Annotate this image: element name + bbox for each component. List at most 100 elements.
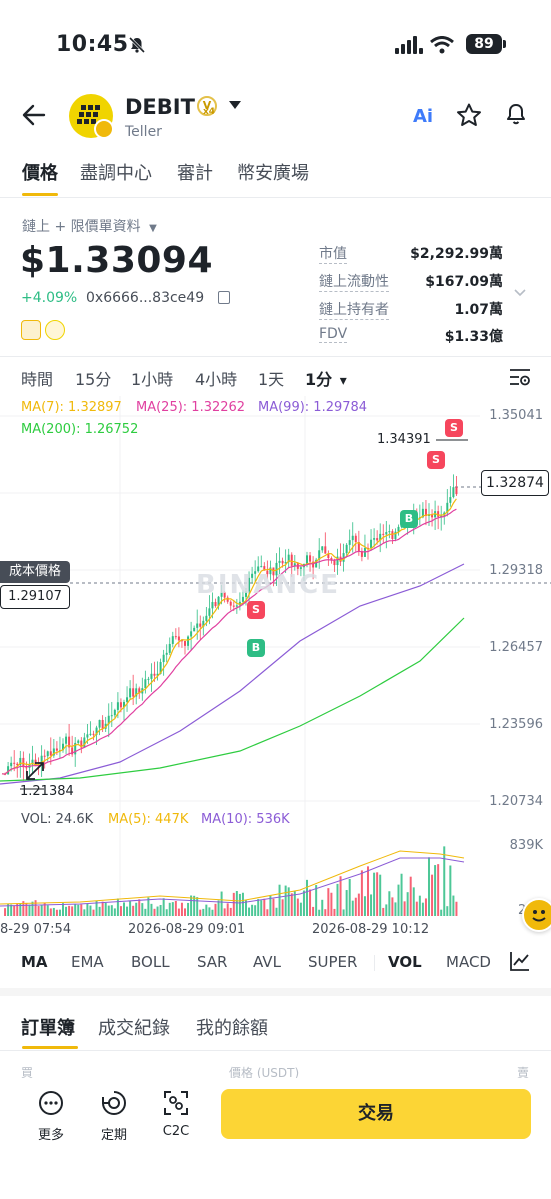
c2c-button[interactable]: C2C — [148, 1090, 204, 1139]
volume-bar — [65, 906, 68, 916]
sell-marker[interactable]: S — [445, 419, 463, 437]
volume-bar — [205, 904, 208, 916]
assistant-icon[interactable] — [522, 898, 551, 932]
candle-body — [174, 636, 177, 638]
price-axis-label: 1.20734 — [489, 794, 543, 809]
indicator-ema[interactable]: EMA — [71, 953, 104, 971]
more-button[interactable]: 更多 — [23, 1090, 79, 1143]
candle-body — [144, 679, 147, 689]
indicator-ma[interactable]: MA — [21, 953, 48, 971]
volume-bar — [208, 907, 211, 916]
ai-button[interactable]: Ai — [413, 106, 433, 127]
volume-bar — [135, 902, 138, 916]
interval-1d[interactable]: 1天 — [258, 366, 284, 390]
volume-bar — [278, 884, 281, 916]
bell-icon[interactable] — [504, 102, 528, 126]
contract-address[interactable]: 0x6666...83ce49 — [86, 290, 204, 306]
stat-value-liquidity: $167.09萬 — [425, 274, 503, 290]
volume-bar — [74, 903, 77, 916]
chart-tools-icon[interactable] — [509, 950, 531, 972]
status-time: 10:45 — [56, 32, 129, 57]
volume-bar — [360, 870, 363, 916]
interval-1h[interactable]: 1小時 — [131, 366, 173, 390]
expand-chart-icon[interactable] — [24, 760, 46, 782]
indicator-super[interactable]: SUPER — [308, 953, 357, 971]
ma99-legend: MA(99): 1.29784 — [258, 400, 368, 415]
candle-body — [382, 533, 385, 535]
tab-my-balance[interactable]: 我的餘額 — [196, 1014, 268, 1040]
candle-body — [281, 560, 284, 564]
candle-body — [232, 605, 235, 607]
token-dropdown-icon[interactable] — [228, 100, 242, 110]
token-title[interactable]: DEBIT — [125, 95, 195, 119]
indicator-sar[interactable]: SAR — [197, 953, 227, 971]
interval-15m[interactable]: 15分 — [75, 366, 111, 390]
volume-bar — [177, 908, 180, 916]
buy-marker[interactable]: B — [400, 510, 418, 528]
tab-audit[interactable]: 審計 — [177, 159, 213, 185]
copy-icon[interactable] — [218, 291, 230, 304]
expand-stats-icon[interactable] — [513, 288, 527, 298]
sell-marker[interactable]: S — [427, 451, 445, 469]
candlestick-chart[interactable] — [0, 396, 551, 941]
candle-body — [345, 544, 348, 554]
interval-1m[interactable]: 1分 ▾ — [305, 366, 347, 390]
indicator-boll[interactable]: BOLL — [131, 953, 170, 971]
indicator-macd[interactable]: MACD — [446, 953, 491, 971]
volume-bar — [123, 902, 125, 916]
price-axis-label: 1.23596 — [489, 717, 543, 732]
volume-bar — [71, 906, 74, 916]
candle-body — [208, 608, 211, 616]
volume-bar — [336, 883, 339, 916]
volume-bar — [251, 904, 254, 916]
volume-bar — [159, 904, 162, 916]
candle-body — [132, 688, 135, 697]
volume-bar — [388, 891, 391, 916]
tab-trade-history[interactable]: 成交紀錄 — [98, 1014, 170, 1040]
volume-bar — [138, 899, 141, 916]
ma25-line — [1, 508, 457, 775]
volume-bar — [455, 901, 458, 916]
tab-binance-square[interactable]: 幣安廣場 — [237, 159, 309, 185]
volume-bar — [4, 908, 7, 916]
back-arrow-icon[interactable] — [22, 104, 46, 126]
volume-bar — [370, 894, 373, 916]
active-ob-tab-indicator — [22, 1046, 78, 1049]
volume-bar — [424, 898, 427, 916]
lightbulb-icon[interactable] — [45, 320, 65, 340]
star-icon[interactable] — [456, 103, 482, 127]
buy-marker[interactable]: B — [247, 639, 265, 657]
candle-body — [190, 631, 193, 637]
sell-marker[interactable]: S — [247, 601, 265, 619]
candle-body — [290, 554, 293, 566]
bnb-chain-icon[interactable] — [21, 320, 41, 340]
chain-badge-icon — [94, 119, 114, 139]
tab-price[interactable]: 價格 — [22, 159, 58, 185]
ma25-legend: MA(25): 1.32262 — [136, 400, 246, 415]
volume-bar — [113, 908, 116, 916]
volume-bar — [168, 902, 171, 916]
chart-settings-icon[interactable] — [509, 367, 531, 387]
interval-time[interactable]: 時間 — [21, 366, 53, 390]
indicator-vol[interactable]: VOL — [388, 953, 422, 971]
ma7-legend: MA(7): 1.32897 — [21, 400, 122, 415]
earn-button[interactable]: 定期 — [86, 1090, 142, 1143]
time-axis-label: 8-29 07:54 — [0, 922, 72, 937]
volume-bar — [229, 907, 232, 916]
candle-body — [388, 531, 391, 533]
low-price-label: 1.21384 — [20, 784, 74, 799]
data-source-selector[interactable]: 鏈上 + 限價單資料 ▼ — [22, 216, 157, 236]
volume-bar — [339, 876, 342, 916]
candle-body — [306, 555, 308, 564]
ma7-line — [1, 498, 457, 775]
volume-bar — [238, 893, 241, 916]
volume-bar — [257, 899, 260, 916]
interval-4h[interactable]: 4小時 — [195, 366, 237, 390]
candle-body — [55, 748, 58, 751]
candle-body — [92, 733, 95, 735]
tab-due-diligence[interactable]: 盡調中心 — [80, 159, 152, 185]
tab-order-book[interactable]: 訂單簿 — [21, 1014, 75, 1040]
trade-button[interactable]: 交易 — [221, 1089, 531, 1139]
indicator-avl[interactable]: AVL — [253, 953, 281, 971]
volume-bar — [10, 904, 13, 916]
